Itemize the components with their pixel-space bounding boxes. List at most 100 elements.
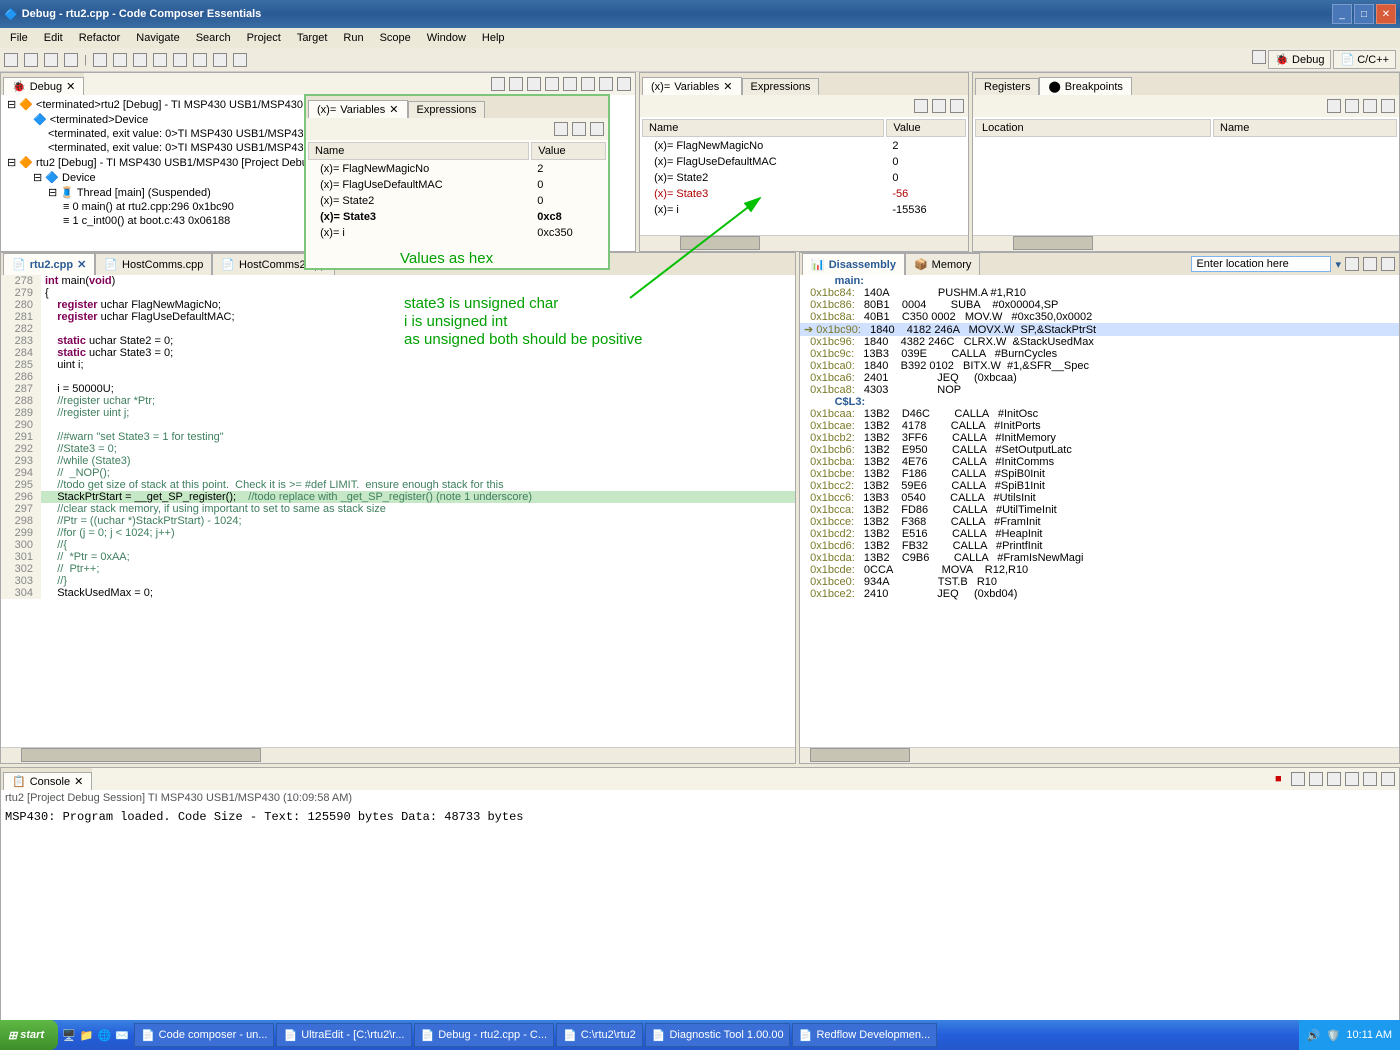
remove-all-icon[interactable] (1309, 772, 1323, 786)
taskbar-item[interactable]: 📄C:\rtu2\rtu2 (556, 1023, 643, 1047)
debug-icon[interactable] (93, 53, 107, 67)
taskbar-item[interactable]: 📄Code composer - un... (134, 1023, 275, 1047)
tab-variables[interactable]: (x)= Variables ✕ (642, 77, 742, 95)
scrollbar[interactable] (973, 235, 1399, 251)
remove-launch-icon[interactable] (1291, 772, 1305, 786)
popup-collapse-icon[interactable] (572, 122, 586, 136)
taskbar-item[interactable]: 📄Debug - rtu2.cpp - C... (414, 1023, 555, 1047)
menu-refactor[interactable]: Refactor (73, 30, 127, 46)
stepinto-icon[interactable] (563, 77, 577, 91)
editor-scrollbar[interactable] (1, 747, 795, 763)
home-icon[interactable] (1363, 257, 1377, 271)
refresh-icon[interactable] (1345, 257, 1359, 271)
start-button[interactable]: ⊞ start (0, 1020, 58, 1050)
suspend-icon[interactable] (509, 77, 523, 91)
close-button[interactable]: ✕ (1376, 4, 1396, 24)
var-row[interactable]: (x)= i-15536 (642, 203, 966, 217)
perspective-debug[interactable]: 🐞 Debug (1268, 50, 1331, 69)
tray-icon[interactable]: 🔊 (1307, 1029, 1321, 1042)
menu-edit[interactable]: Edit (38, 30, 69, 46)
minimize-button[interactable]: _ (1332, 4, 1352, 24)
taskbar-item[interactable]: 📄UltraEdit - [C:\rtu2\r... (276, 1023, 411, 1047)
display-console-icon[interactable] (1381, 772, 1395, 786)
code-editor[interactable]: 278int main(void)279{280 register uchar … (1, 275, 795, 747)
menu-target[interactable]: Target (291, 30, 334, 46)
build-icon[interactable] (64, 53, 78, 67)
tray-clock[interactable]: 10:11 AM (1346, 1029, 1392, 1041)
save-icon[interactable] (24, 53, 38, 67)
dropdown-icon[interactable]: ▾ (1335, 258, 1341, 271)
var-row[interactable]: (x)= FlagNewMagicNo2 (642, 139, 966, 153)
popup-tab-variables[interactable]: (x)= Variables ✕ (308, 100, 408, 118)
col-value[interactable]: Value (886, 119, 966, 137)
var-row[interactable]: (x)= State3-56 (642, 187, 966, 201)
var-row[interactable]: (x)= State20 (308, 194, 606, 208)
var-row[interactable]: (x)= i0xc350 (308, 226, 606, 240)
terminate-icon[interactable] (233, 53, 247, 67)
menu-icon[interactable] (950, 99, 964, 113)
tab-debug[interactable]: 🐞 Debug ✕ (3, 77, 84, 95)
quicklaunch-icon[interactable]: 📁 (80, 1029, 94, 1042)
quicklaunch-icon[interactable]: ✉️ (115, 1029, 129, 1042)
resume-icon[interactable] (491, 77, 505, 91)
scroll-lock-icon[interactable] (1345, 772, 1359, 786)
menu-project[interactable]: Project (241, 30, 287, 46)
tab-console[interactable]: 📋 Console ✕ (3, 772, 92, 790)
collapse-icon[interactable] (932, 99, 946, 113)
stepover-icon[interactable] (581, 77, 595, 91)
tab-memory[interactable]: 📦 Memory (905, 253, 980, 275)
col-location[interactable]: Location (975, 119, 1211, 137)
popup-type-icon[interactable] (554, 122, 568, 136)
editor-tab-rtu2[interactable]: 📄 rtu2.cpp ✕ (3, 253, 95, 275)
halt-icon[interactable] (193, 53, 207, 67)
tray-icon[interactable]: 🛡️ (1327, 1029, 1341, 1042)
disassembly-listing[interactable]: main: 0x1bc84: 140A PUSHM.A #1,R10 0x1bc… (800, 275, 1399, 747)
step-icon[interactable] (133, 53, 147, 67)
menu-navigate[interactable]: Navigate (130, 30, 185, 46)
tab-registers[interactable]: Registers (975, 78, 1039, 95)
location-input[interactable] (1191, 256, 1331, 272)
menu-help[interactable]: Help (476, 30, 511, 46)
popup-tab-expressions[interactable]: Expressions (408, 101, 486, 118)
bp-remove-icon[interactable] (1345, 99, 1359, 113)
restart-icon[interactable] (213, 53, 227, 67)
stepreturn-icon[interactable] (599, 77, 613, 91)
pin-console-icon[interactable] (1363, 772, 1377, 786)
run-icon[interactable] (113, 53, 127, 67)
view-menu-icon[interactable] (617, 77, 631, 91)
taskbar-item[interactable]: 📄Diagnostic Tool 1.00.00 (645, 1023, 790, 1047)
scrollbar[interactable] (640, 235, 968, 251)
var-row[interactable]: (x)= FlagNewMagicNo2 (308, 162, 606, 176)
menu-run[interactable]: Run (337, 30, 369, 46)
tab-breakpoints[interactable]: ⬤ Breakpoints (1039, 77, 1131, 95)
tab-expressions[interactable]: Expressions (742, 78, 820, 95)
menu-file[interactable]: File (4, 30, 34, 46)
dasm-scrollbar[interactable] (800, 747, 1399, 763)
bp-goto-icon[interactable] (1381, 99, 1395, 113)
editor-tab-hostcomms[interactable]: 📄 HostComms.cpp (95, 253, 212, 275)
open-perspective-icon[interactable] (1252, 50, 1266, 64)
var-row[interactable]: (x)= State30xc8 (308, 210, 606, 224)
var-row[interactable]: (x)= State20 (642, 171, 966, 185)
show-type-icon[interactable] (914, 99, 928, 113)
menu-window[interactable]: Window (421, 30, 472, 46)
col-bpname[interactable]: Name (1213, 119, 1397, 137)
quicklaunch-icon[interactable]: 🌐 (98, 1029, 112, 1042)
taskbar-item[interactable]: 📄Redflow Developmen... (792, 1023, 937, 1047)
terminate-icon[interactable] (527, 77, 541, 91)
tab-disassembly[interactable]: 📊 Disassembly (802, 253, 905, 275)
terminate-console-icon[interactable]: ■ (1275, 773, 1287, 785)
col-name[interactable]: Name (642, 119, 884, 137)
stepover-icon[interactable] (153, 53, 167, 67)
config-icon[interactable] (1381, 257, 1395, 271)
maximize-button[interactable]: □ (1354, 4, 1374, 24)
bp-removeall-icon[interactable] (1363, 99, 1377, 113)
var-row[interactable]: (x)= FlagUseDefaultMAC0 (642, 155, 966, 169)
menu-scope[interactable]: Scope (374, 30, 417, 46)
popup-menu-icon[interactable] (590, 122, 604, 136)
menu-search[interactable]: Search (190, 30, 237, 46)
print-icon[interactable] (44, 53, 58, 67)
stepout-icon[interactable] (173, 53, 187, 67)
new-icon[interactable] (4, 53, 18, 67)
disconnect-icon[interactable] (545, 77, 559, 91)
